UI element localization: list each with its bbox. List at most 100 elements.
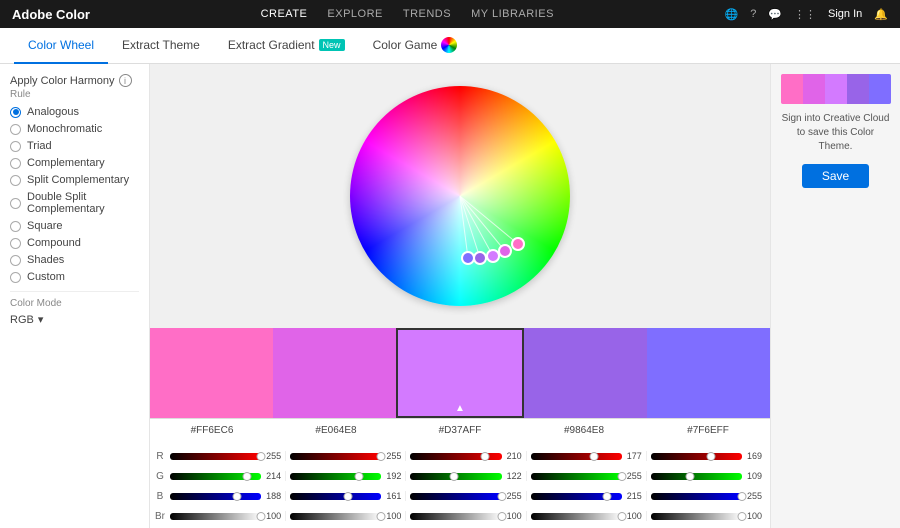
right-panel: Sign into Creative Cloud to save this Co… xyxy=(770,64,900,528)
radio-circle xyxy=(10,272,21,283)
slider-r-3[interactable]: 210 xyxy=(406,451,526,461)
main-layout: Apply Color Harmony i Rule Analogous Mon… xyxy=(0,64,900,528)
hex-value-5: #7F6EFF xyxy=(646,425,770,440)
nav-create[interactable]: CREATE xyxy=(261,8,308,20)
radio-analogous[interactable]: Analogous xyxy=(10,106,139,118)
slider-r-5[interactable]: 169 xyxy=(647,451,766,461)
wheel-dot-3[interactable] xyxy=(486,249,500,263)
slider-row-b: B 188 161 255 xyxy=(150,486,770,506)
brand: Adobe Color xyxy=(12,7,90,22)
radio-custom[interactable]: Custom xyxy=(10,271,139,283)
slider-row-g: G 214 192 122 xyxy=(150,466,770,486)
color-mode-label: Color Mode xyxy=(10,298,139,309)
top-nav-links: CREATE EXPLORE TRENDS MY LIBRARIES xyxy=(261,8,554,20)
radio-compound[interactable]: Compound xyxy=(10,237,139,249)
swatch-1[interactable] xyxy=(150,328,273,418)
tab-extract-gradient[interactable]: Extract Gradient New xyxy=(214,28,359,64)
hex-value-2: #E064E8 xyxy=(274,425,398,440)
slider-b-4[interactable]: 215 xyxy=(527,491,647,501)
nav-trends[interactable]: TRENDS xyxy=(403,8,451,20)
chat-icon[interactable]: 💬 xyxy=(768,8,782,21)
slider-b-1[interactable]: 188 xyxy=(166,491,286,501)
swatch-3[interactable] xyxy=(396,328,523,418)
top-nav-right: 🌐 ? 💬 ⋮⋮ Sign In 🔔 xyxy=(725,8,888,21)
nav-explore[interactable]: EXPLORE xyxy=(327,8,382,20)
wheel-dot-5[interactable] xyxy=(461,251,475,265)
slider-b-5[interactable]: 255 xyxy=(647,491,766,501)
save-note: Sign into Creative Cloud to save this Co… xyxy=(781,112,890,154)
grid-icon[interactable]: ⋮⋮ xyxy=(794,8,816,21)
slider-br-2[interactable]: 100 xyxy=(286,511,406,521)
radio-circle xyxy=(10,221,21,232)
radio-circle xyxy=(10,175,21,186)
radio-monochromatic[interactable]: Monochromatic xyxy=(10,123,139,135)
radio-split-complementary[interactable]: Split Complementary xyxy=(10,174,139,186)
slider-r-4[interactable]: 177 xyxy=(527,451,647,461)
slider-g-4[interactable]: 255 xyxy=(527,471,647,481)
left-panel: Apply Color Harmony i Rule Analogous Mon… xyxy=(0,64,150,528)
slider-row-br: Br 100 100 100 xyxy=(150,506,770,526)
radio-triad[interactable]: Triad xyxy=(10,140,139,152)
slider-g-3[interactable]: 122 xyxy=(406,471,526,481)
radio-circle xyxy=(10,158,21,169)
sign-in-link[interactable]: Sign In xyxy=(828,8,862,20)
theme-preview xyxy=(781,74,891,104)
swatch-5[interactable] xyxy=(647,328,770,418)
color-mode-section: Color Mode RGB ▾ xyxy=(10,291,139,326)
info-icon[interactable]: i xyxy=(119,74,132,87)
save-button[interactable]: Save xyxy=(802,164,869,188)
wheel-container xyxy=(350,64,570,328)
new-badge: New xyxy=(319,39,345,51)
tab-color-game[interactable]: Color Game xyxy=(359,28,472,64)
slider-g-5[interactable]: 109 xyxy=(647,471,766,481)
slider-r-1[interactable]: 255 xyxy=(166,451,286,461)
rule-label: Rule xyxy=(10,89,139,100)
tab-color-wheel[interactable]: Color Wheel xyxy=(14,28,108,64)
tab-extract-theme[interactable]: Extract Theme xyxy=(108,28,214,64)
chevron-down-icon: ▾ xyxy=(38,313,44,326)
wheel-dot-1[interactable] xyxy=(511,237,525,251)
slider-b-3[interactable]: 255 xyxy=(406,491,526,501)
wheel-dot-2[interactable] xyxy=(498,244,512,258)
swatch-2[interactable] xyxy=(273,328,396,418)
preview-seg-3 xyxy=(825,74,847,104)
center-area: #FF6EC6 #E064E8 #D37AFF #9864E8 #7F6EFF … xyxy=(150,64,770,528)
radio-circle xyxy=(10,238,21,249)
slider-b-2[interactable]: 161 xyxy=(286,491,406,501)
preview-seg-4 xyxy=(847,74,869,104)
sliders-section: R 255 255 xyxy=(150,444,770,528)
hex-value-3: #D37AFF xyxy=(398,425,522,440)
radio-circle xyxy=(10,124,21,135)
radio-circle xyxy=(10,255,21,266)
nav-libraries[interactable]: MY LIBRARIES xyxy=(471,8,554,20)
harmony-label: Apply Color Harmony i xyxy=(10,74,139,87)
bell-icon[interactable]: 🔔 xyxy=(874,8,888,21)
slider-br-5[interactable]: 100 xyxy=(647,511,766,521)
slider-br-3[interactable]: 100 xyxy=(406,511,526,521)
radio-square[interactable]: Square xyxy=(10,220,139,232)
swatch-4[interactable] xyxy=(524,328,647,418)
radio-shades[interactable]: Shades xyxy=(10,254,139,266)
slider-g-1[interactable]: 214 xyxy=(166,471,286,481)
swatches-row xyxy=(150,328,770,418)
globe-icon[interactable]: 🌐 xyxy=(725,8,739,21)
hex-value-4: #9864E8 xyxy=(522,425,646,440)
radio-circle xyxy=(10,198,21,209)
preview-seg-2 xyxy=(803,74,825,104)
sub-nav: Color Wheel Extract Theme Extract Gradie… xyxy=(0,28,900,64)
slider-br-4[interactable]: 100 xyxy=(527,511,647,521)
color-mode-select[interactable]: RGB ▾ xyxy=(10,313,139,326)
hex-value-1: #FF6EC6 xyxy=(150,425,274,440)
slider-g-2[interactable]: 192 xyxy=(286,471,406,481)
color-game-icon xyxy=(441,37,457,53)
top-nav: Adobe Color CREATE EXPLORE TRENDS MY LIB… xyxy=(0,0,900,28)
radio-complementary[interactable]: Complementary xyxy=(10,157,139,169)
slider-row-r: R 255 255 xyxy=(150,446,770,466)
radio-double-split[interactable]: Double Split Complementary xyxy=(10,191,139,215)
radio-circle xyxy=(10,141,21,152)
color-values-row: #FF6EC6 #E064E8 #D37AFF #9864E8 #7F6EFF xyxy=(150,418,770,444)
wheel-dot-4[interactable] xyxy=(473,251,487,265)
help-icon[interactable]: ? xyxy=(750,8,756,20)
slider-br-1[interactable]: 100 xyxy=(166,511,286,521)
slider-r-2[interactable]: 255 xyxy=(286,451,406,461)
